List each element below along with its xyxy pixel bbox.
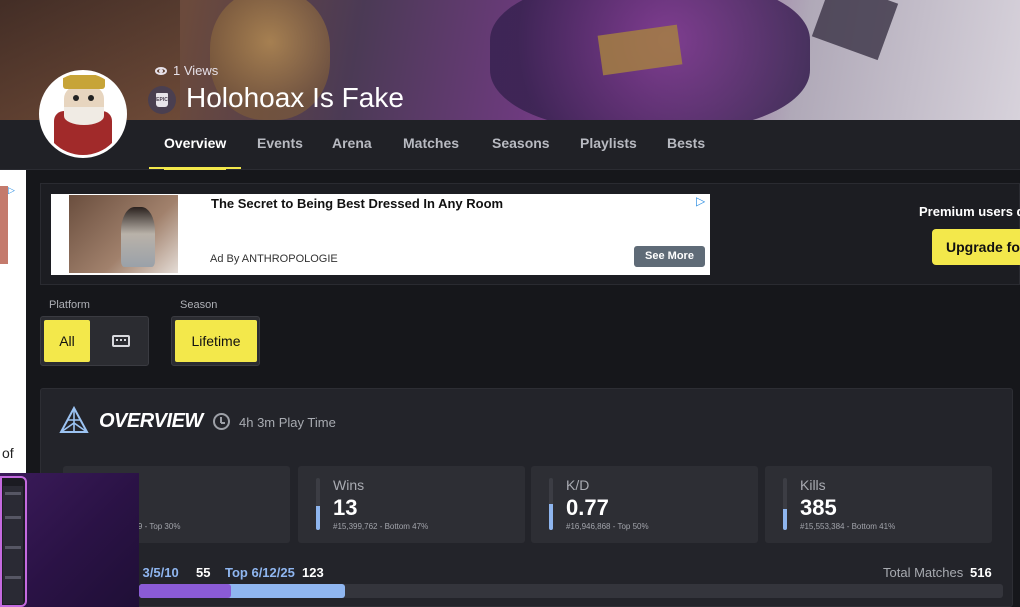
player-name: Holohoax Is Fake — [186, 82, 404, 113]
ad-headline[interactable]: The Secret to Being Best Dressed In Any … — [211, 196, 503, 211]
percentile-bar — [316, 478, 320, 530]
views-count: 1 Views — [155, 63, 218, 78]
stat-rank: #16,946,868 - Top 50% — [566, 522, 649, 531]
platform-all-button[interactable]: All — [44, 320, 90, 362]
tab-bests[interactable]: Bests — [667, 120, 705, 170]
platform-filter: All — [40, 316, 149, 366]
top-3-5-10-segment — [139, 584, 232, 598]
top-6-12-25-value: 123 — [302, 565, 324, 580]
stat-label: K/D — [566, 477, 590, 493]
premium-text: Premium users d — [919, 204, 1020, 219]
stat-value: 13 — [333, 495, 358, 520]
stat-label: Wins — [333, 477, 365, 493]
stat-rank: #15,399,762 - Bottom 47% — [333, 522, 429, 531]
platform-keyboard-button[interactable] — [101, 320, 147, 362]
season-filter: Lifetime — [171, 316, 260, 366]
pyramid-icon — [59, 406, 89, 433]
upgrade-button[interactable]: Upgrade for — [932, 229, 1020, 265]
tab-events[interactable]: Events — [257, 120, 303, 170]
stat-card-wins: Wins 13 #15,399,762 - Bottom 47% — [298, 466, 525, 543]
profile-nav: Overview Events Arena Matches Seasons Pl… — [0, 120, 1020, 170]
total-matches-label: Total Matches — [883, 565, 964, 580]
tab-arena[interactable]: Arena — [332, 120, 372, 170]
top-6-12-25-label: Top 6/12/25 — [225, 565, 295, 580]
clock-icon — [213, 413, 230, 430]
banner-ad[interactable]: The Secret to Being Best Dressed In Any … — [51, 194, 710, 275]
stat-rank: #15,553,384 - Bottom 41% — [800, 522, 896, 531]
total-matches-value: 516 — [970, 565, 992, 580]
tab-playlists[interactable]: Playlists — [580, 120, 637, 170]
tab-matches[interactable]: Matches — [403, 120, 459, 170]
adchoices-icon[interactable]: ▷ — [8, 185, 24, 197]
active-tab-indicator — [149, 167, 241, 169]
avatar — [39, 70, 127, 158]
phone-mockup — [0, 476, 27, 607]
overview-panel: OVERVIEW 4h 3m Play Time 6 389 - Top 30%… — [40, 388, 1013, 607]
stat-card-kills: Kills 385 #15,553,384 - Bottom 41% — [765, 466, 992, 543]
top-3-5-10-value: 55 — [196, 565, 211, 580]
epic-games-icon: EPIC — [148, 86, 176, 114]
overview-title: OVERVIEW — [99, 410, 203, 432]
views-text: 1 Views — [173, 63, 219, 78]
play-time: 4h 3m Play Time — [239, 415, 336, 430]
see-more-button[interactable]: See More — [634, 246, 705, 267]
floating-video-ad[interactable] — [0, 473, 139, 607]
sidebar-ad-image[interactable] — [0, 186, 8, 264]
percentile-bar — [783, 478, 787, 530]
tab-overview[interactable]: Overview — [164, 120, 227, 170]
stat-card-kd: K/D 0.77 #16,946,868 - Top 50% — [531, 466, 758, 543]
season-lifetime-button[interactable]: Lifetime — [175, 320, 257, 362]
ad-row: The Secret to Being Best Dressed In Any … — [40, 183, 1020, 285]
adchoices-icon[interactable]: ▷ — [696, 194, 705, 208]
percentile-bar — [549, 478, 553, 530]
stat-value: 0.77 — [566, 495, 609, 520]
ad-advertiser: Ad By ANTHROPOLOGIE — [210, 253, 338, 265]
platform-label: Platform — [49, 299, 90, 311]
sidebar-text-fragment: of — [2, 445, 14, 461]
season-label: Season — [180, 299, 218, 311]
keyboard-icon — [112, 335, 130, 347]
stat-value: 385 — [800, 495, 837, 520]
eye-icon — [155, 66, 167, 75]
stat-label: Kills — [800, 477, 826, 493]
ad-image[interactable] — [69, 195, 178, 273]
tab-seasons[interactable]: Seasons — [492, 120, 550, 170]
placement-progress-bar — [139, 584, 1003, 598]
